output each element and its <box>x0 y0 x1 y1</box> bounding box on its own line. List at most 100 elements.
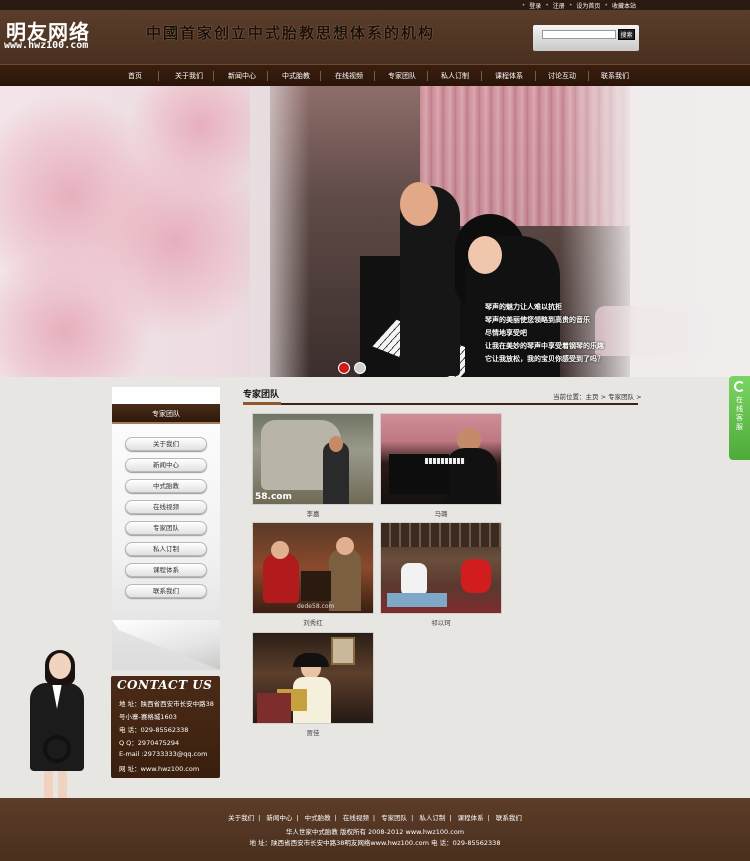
slide-indicator <box>338 362 366 374</box>
banner-poem-line: 琴声的魅力让人难以抗拒 <box>485 302 562 311</box>
contact-address-2: 号小寨-赛格城1603 <box>119 713 177 721</box>
sidebar-item-courses[interactable]: 课程体系 <box>125 563 207 577</box>
expert-thumb[interactable] <box>252 632 374 724</box>
contact-email: E-mail :29733333@qq.com <box>119 750 208 758</box>
nav-item-video[interactable]: 在线视频 <box>330 65 368 87</box>
nav-divider <box>320 71 321 81</box>
bookmark-link[interactable]: 收藏本站 <box>612 1 636 10</box>
expert-name[interactable]: 马璐 <box>380 508 502 518</box>
sidebar-item-news[interactable]: 新闻中心 <box>125 458 207 472</box>
footer-copyright: 华人世家中式胎教 版权所有 2008-2012 www.hwz100.com <box>285 828 465 836</box>
footer-link-about[interactable]: 关于我们 <box>228 814 254 822</box>
banner-poem-line: 它让我放松，我的宝贝你感受到了吗？ <box>485 354 604 363</box>
topbar-bullet: • <box>604 1 608 9</box>
person-shape <box>445 448 497 504</box>
sidebar-item-custom[interactable]: 私人订制 <box>125 542 207 556</box>
search-box: 搜索 <box>533 25 639 51</box>
search-input[interactable] <box>542 30 616 39</box>
nav-divider <box>588 71 589 81</box>
banner-teacher-head <box>400 182 438 226</box>
person-shape <box>461 559 491 593</box>
footer-link-courses[interactable]: 课程体系 <box>458 814 484 822</box>
contact-website: 网 址：www.hwz100.com <box>119 765 200 773</box>
main-nav: 首页 关于我们 新闻中心 中式胎教 在线视频 专家团队 私人订制 课程体系 讨论… <box>0 64 750 86</box>
footer-link-prenatal[interactable]: 中式胎教 <box>305 814 331 822</box>
contact-address: 地 址：陕西省西安市长安中路38 <box>119 700 214 708</box>
hostess-ring-icon <box>43 735 71 763</box>
cushion-shape <box>387 593 447 607</box>
service-tab-char: 线 <box>736 405 743 413</box>
footer-address: 地 址：陕西省西安市长安中路38明友网络www.hwz100.com 电 话：0… <box>249 839 501 847</box>
topbar-bullet: • <box>568 1 573 9</box>
nav-item-courses[interactable]: 课程体系 <box>490 65 528 87</box>
set-homepage-link[interactable]: 设为首页 <box>576 1 600 10</box>
expert-name[interactable]: 祁以珂 <box>380 617 502 627</box>
nav-divider <box>535 71 536 81</box>
slide-dot-1[interactable] <box>338 362 350 374</box>
sidebar-item-about[interactable]: 关于我们 <box>125 437 207 451</box>
expert-name[interactable]: 贾佳 <box>252 727 374 737</box>
nav-item-prenatal[interactable]: 中式胎教 <box>277 65 315 87</box>
register-link[interactable]: 注册 <box>553 1 565 10</box>
expert-thumb[interactable] <box>380 413 502 505</box>
nav-item-news[interactable]: 新闻中心 <box>223 65 261 87</box>
slide-dot-2[interactable] <box>354 362 366 374</box>
nav-item-home[interactable]: 首页 <box>120 65 150 87</box>
footer-link-video[interactable]: 在线视频 <box>343 814 369 822</box>
breadcrumb[interactable]: 当前位置：主页 > 专家团队 > <box>553 391 642 401</box>
sidebar-item-prenatal[interactable]: 中式胎教 <box>125 479 207 493</box>
login-link[interactable]: 登录 <box>529 1 541 10</box>
expert-thumb[interactable]: dede58.com <box>252 522 374 614</box>
nav-item-contact[interactable]: 联系我们 <box>596 65 634 87</box>
nav-divider <box>158 71 159 81</box>
thumb-watermark: 58.com <box>255 492 292 502</box>
nav-item-about[interactable]: 关于我们 <box>170 65 208 87</box>
site-header: 明友网络 www.hwz100.com 中國首家创立中式胎教思想体系的机构 搜索 <box>0 10 750 64</box>
footer-links: 关于我们 | 新闻中心 | 中式胎教 | 在线视频 | 专家团队 | 私人订制 | 课程体系… <box>228 814 522 822</box>
sidebar-title: 专家团队 <box>112 404 220 424</box>
search-button[interactable]: 搜索 <box>618 29 635 40</box>
expert-name[interactable]: 刘秀红 <box>252 617 374 627</box>
contact-qq: Q Q：2970475294 <box>119 739 180 747</box>
expert-thumb[interactable] <box>380 522 502 614</box>
piano-keys-shape <box>425 458 465 464</box>
footer-link-contact[interactable]: 联系我们 <box>496 814 522 822</box>
person-shape <box>263 553 299 603</box>
headset-icon <box>734 381 745 392</box>
person-head-shape <box>271 541 289 559</box>
footer-link-news[interactable]: 新闻中心 <box>266 814 292 822</box>
banner-poem-line: 琴声的美丽使您领略到高贵的音乐 <box>485 315 590 324</box>
person-shape <box>329 549 361 611</box>
site-slogan: 中國首家创立中式胎教思想体系的机构 <box>146 24 436 42</box>
footer-link-custom[interactable]: 私人订制 <box>419 814 445 822</box>
thumb-watermark: dede58.com <box>297 603 335 610</box>
expert-name[interactable]: 李嘉 <box>252 508 374 518</box>
nav-item-experts[interactable]: 专家团队 <box>383 65 421 87</box>
sidebar-item-experts[interactable]: 专家团队 <box>125 521 207 535</box>
topbar-bullet: • <box>521 1 526 9</box>
contact-phone: 电 话：029-85562338 <box>119 726 189 734</box>
contact-box: CONTACT US 地 址：陕西省西安市长安中路38 号小寨-赛格城1603 … <box>111 676 220 778</box>
top-utility-bar: • 登录 • 注册 • 设为首页 • 收藏本站 <box>0 0 750 10</box>
banner-poem: 琴声的魅力让人难以抗拒 琴声的美丽使您领略到高贵的音乐 尽情地享受吧 让我在美妙… <box>485 300 615 365</box>
topbar-bullet: • <box>545 1 549 9</box>
sidebar-item-contact[interactable]: 联系我们 <box>125 584 207 598</box>
expert-thumb[interactable]: 58.com <box>252 413 374 505</box>
nav-item-custom[interactable]: 私人订制 <box>436 65 474 87</box>
hero-banner[interactable]: 琴声的魅力让人难以抗拒 琴声的美丽使您领略到高贵的音乐 尽情地享受吧 让我在美妙… <box>0 86 750 377</box>
person-hair-shape <box>293 653 329 667</box>
footer-link-experts[interactable]: 专家团队 <box>381 814 407 822</box>
person-head-shape <box>329 436 343 452</box>
title-underline <box>243 403 638 405</box>
site-logo-url: www.hwz100.com <box>4 40 89 51</box>
nav-divider <box>427 71 428 81</box>
sidebar-item-video[interactable]: 在线视频 <box>125 500 207 514</box>
online-service-tab[interactable]: 在 线 客 服 <box>729 376 750 460</box>
nav-divider <box>481 71 482 81</box>
nav-item-discussion[interactable]: 讨论互动 <box>543 65 581 87</box>
title-underline-accent <box>243 402 281 405</box>
bookshelf-shape <box>381 523 501 547</box>
service-tab-char: 客 <box>736 414 743 422</box>
nav-divider <box>374 71 375 81</box>
calligraphy-frame-shape <box>331 637 355 665</box>
